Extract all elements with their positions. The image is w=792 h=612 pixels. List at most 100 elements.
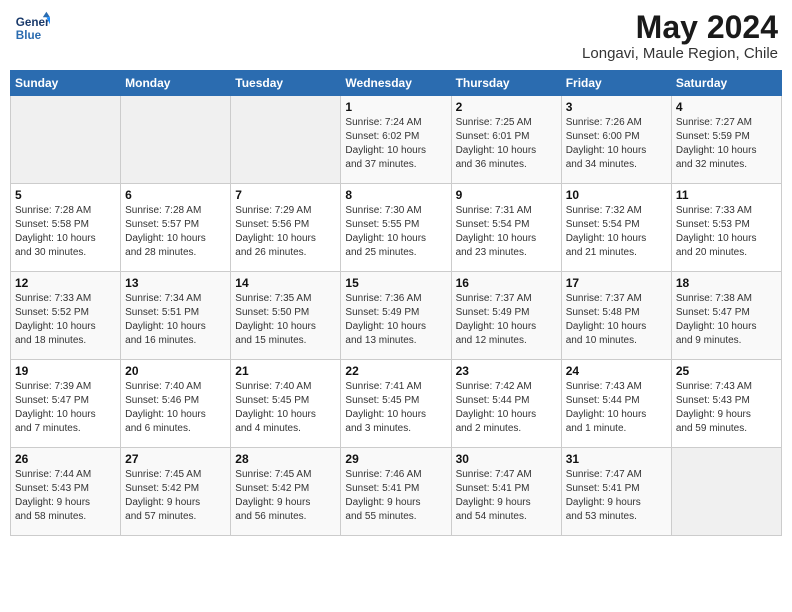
svg-text:Blue: Blue <box>16 29 42 42</box>
day-number: 11 <box>676 188 777 202</box>
day-info: Sunrise: 7:40 AM Sunset: 5:46 PM Dayligh… <box>125 380 226 436</box>
day-cell: 31 Sunrise: 7:47 AM Sunset: 5:41 PM Dayli… <box>561 448 671 536</box>
day-number: 5 <box>15 188 116 202</box>
day-cell: 24 Sunrise: 7:43 AM Sunset: 5:44 PM Dayli… <box>561 360 671 448</box>
column-header-wednesday: Wednesday <box>341 71 451 96</box>
day-number: 28 <box>235 452 336 466</box>
day-info: Sunrise: 7:25 AM Sunset: 6:01 PM Dayligh… <box>456 116 557 172</box>
day-cell: 30Sunrise: 7:47 AM Sunset: 5:41 PM Dayli… <box>451 448 561 536</box>
day-number: 6 <box>125 188 226 202</box>
day-cell: 9 Sunrise: 7:31 AM Sunset: 5:54 PM Daylig… <box>451 184 561 272</box>
day-cell <box>231 96 341 184</box>
day-number: 20 <box>125 364 226 378</box>
day-number: 24 <box>566 364 667 378</box>
week-row-4: 19 Sunrise: 7:39 AM Sunset: 5:47 PM Dayli… <box>11 360 782 448</box>
column-header-tuesday: Tuesday <box>231 71 341 96</box>
day-info: Sunrise: 7:41 AM Sunset: 5:45 PM Dayligh… <box>345 380 446 436</box>
day-info: Sunrise: 7:42 AM Sunset: 5:44 PM Dayligh… <box>456 380 557 436</box>
column-header-sunday: Sunday <box>11 71 121 96</box>
header: General Blue May 2024 Longavi, Maule Reg… <box>10 10 782 62</box>
day-info: Sunrise: 7:46 AM Sunset: 5:41 PM Dayligh… <box>345 468 446 524</box>
day-cell: 27Sunrise: 7:45 AM Sunset: 5:42 PM Dayli… <box>121 448 231 536</box>
day-info: Sunrise: 7:33 AM Sunset: 5:52 PM Dayligh… <box>15 292 116 348</box>
day-info: Sunrise: 7:47 AM Sunset: 5:41 PM Dayligh… <box>456 468 557 524</box>
day-info: Sunrise: 7:33 AM Sunset: 5:53 PM Dayligh… <box>676 204 777 260</box>
title-area: May 2024 Longavi, Maule Region, Chile <box>582 10 778 62</box>
week-row-5: 26Sunrise: 7:44 AM Sunset: 5:43 PM Dayli… <box>11 448 782 536</box>
day-cell: 26Sunrise: 7:44 AM Sunset: 5:43 PM Dayli… <box>11 448 121 536</box>
day-number: 3 <box>566 100 667 114</box>
day-cell: 2Sunrise: 7:25 AM Sunset: 6:01 PM Daylig… <box>451 96 561 184</box>
day-info: Sunrise: 7:28 AM Sunset: 5:58 PM Dayligh… <box>15 204 116 260</box>
day-cell: 4 Sunrise: 7:27 AM Sunset: 5:59 PM Daylig… <box>671 96 781 184</box>
day-number: 16 <box>456 276 557 290</box>
day-info: Sunrise: 7:38 AM Sunset: 5:47 PM Dayligh… <box>676 292 777 348</box>
day-cell: 10 Sunrise: 7:32 AM Sunset: 5:54 PM Dayli… <box>561 184 671 272</box>
logo-icon: General Blue <box>14 10 50 46</box>
day-number: 22 <box>345 364 446 378</box>
day-number: 14 <box>235 276 336 290</box>
day-cell: 12 Sunrise: 7:33 AM Sunset: 5:52 PM Dayli… <box>11 272 121 360</box>
day-info: Sunrise: 7:47 AM Sunset: 5:41 PM Dayligh… <box>566 468 667 524</box>
day-info: Sunrise: 7:36 AM Sunset: 5:49 PM Dayligh… <box>345 292 446 348</box>
day-cell: 3Sunrise: 7:26 AM Sunset: 6:00 PM Daylig… <box>561 96 671 184</box>
day-info: Sunrise: 7:43 AM Sunset: 5:43 PM Dayligh… <box>676 380 777 436</box>
day-info: Sunrise: 7:45 AM Sunset: 5:42 PM Dayligh… <box>125 468 226 524</box>
day-number: 23 <box>456 364 557 378</box>
day-cell: 23 Sunrise: 7:42 AM Sunset: 5:44 PM Dayli… <box>451 360 561 448</box>
day-cell: 1Sunrise: 7:24 AM Sunset: 6:02 PM Daylig… <box>341 96 451 184</box>
day-info: Sunrise: 7:43 AM Sunset: 5:44 PM Dayligh… <box>566 380 667 436</box>
week-row-2: 5 Sunrise: 7:28 AM Sunset: 5:58 PM Daylig… <box>11 184 782 272</box>
day-cell <box>11 96 121 184</box>
day-info: Sunrise: 7:28 AM Sunset: 5:57 PM Dayligh… <box>125 204 226 260</box>
day-number: 31 <box>566 452 667 466</box>
day-cell: 18 Sunrise: 7:38 AM Sunset: 5:47 PM Dayli… <box>671 272 781 360</box>
day-number: 17 <box>566 276 667 290</box>
day-info: Sunrise: 7:29 AM Sunset: 5:56 PM Dayligh… <box>235 204 336 260</box>
column-header-thursday: Thursday <box>451 71 561 96</box>
day-cell <box>671 448 781 536</box>
day-info: Sunrise: 7:40 AM Sunset: 5:45 PM Dayligh… <box>235 380 336 436</box>
day-cell: 22 Sunrise: 7:41 AM Sunset: 5:45 PM Dayli… <box>341 360 451 448</box>
day-cell: 29 Sunrise: 7:46 AM Sunset: 5:41 PM Dayli… <box>341 448 451 536</box>
day-info: Sunrise: 7:32 AM Sunset: 5:54 PM Dayligh… <box>566 204 667 260</box>
day-cell: 6 Sunrise: 7:28 AM Sunset: 5:57 PM Daylig… <box>121 184 231 272</box>
day-info: Sunrise: 7:37 AM Sunset: 5:48 PM Dayligh… <box>566 292 667 348</box>
day-number: 21 <box>235 364 336 378</box>
day-info: Sunrise: 7:27 AM Sunset: 5:59 PM Dayligh… <box>676 116 777 172</box>
week-row-3: 12 Sunrise: 7:33 AM Sunset: 5:52 PM Dayli… <box>11 272 782 360</box>
day-number: 19 <box>15 364 116 378</box>
day-info: Sunrise: 7:39 AM Sunset: 5:47 PM Dayligh… <box>15 380 116 436</box>
day-number: 12 <box>15 276 116 290</box>
column-header-monday: Monday <box>121 71 231 96</box>
day-number: 13 <box>125 276 226 290</box>
day-cell: 5 Sunrise: 7:28 AM Sunset: 5:58 PM Daylig… <box>11 184 121 272</box>
column-header-saturday: Saturday <box>671 71 781 96</box>
day-number: 7 <box>235 188 336 202</box>
day-number: 10 <box>566 188 667 202</box>
day-number: 4 <box>676 100 777 114</box>
day-info: Sunrise: 7:37 AM Sunset: 5:49 PM Dayligh… <box>456 292 557 348</box>
day-cell: 17 Sunrise: 7:37 AM Sunset: 5:48 PM Dayli… <box>561 272 671 360</box>
day-cell: 7 Sunrise: 7:29 AM Sunset: 5:56 PM Daylig… <box>231 184 341 272</box>
day-cell <box>121 96 231 184</box>
day-info: Sunrise: 7:30 AM Sunset: 5:55 PM Dayligh… <box>345 204 446 260</box>
day-number: 26 <box>15 452 116 466</box>
day-info: Sunrise: 7:45 AM Sunset: 5:42 PM Dayligh… <box>235 468 336 524</box>
day-number: 29 <box>345 452 446 466</box>
svg-text:General: General <box>16 16 50 29</box>
day-cell: 15 Sunrise: 7:36 AM Sunset: 5:49 PM Dayli… <box>341 272 451 360</box>
day-number: 9 <box>456 188 557 202</box>
day-cell: 13Sunrise: 7:34 AM Sunset: 5:51 PM Dayli… <box>121 272 231 360</box>
week-row-1: 1Sunrise: 7:24 AM Sunset: 6:02 PM Daylig… <box>11 96 782 184</box>
day-number: 18 <box>676 276 777 290</box>
day-cell: 25 Sunrise: 7:43 AM Sunset: 5:43 PM Dayli… <box>671 360 781 448</box>
header-row: SundayMondayTuesdayWednesdayThursdayFrid… <box>11 71 782 96</box>
day-cell: 16 Sunrise: 7:37 AM Sunset: 5:49 PM Dayli… <box>451 272 561 360</box>
day-number: 15 <box>345 276 446 290</box>
day-info: Sunrise: 7:31 AM Sunset: 5:54 PM Dayligh… <box>456 204 557 260</box>
day-number: 25 <box>676 364 777 378</box>
day-cell: 28 Sunrise: 7:45 AM Sunset: 5:42 PM Dayli… <box>231 448 341 536</box>
day-cell: 19 Sunrise: 7:39 AM Sunset: 5:47 PM Dayli… <box>11 360 121 448</box>
day-number: 8 <box>345 188 446 202</box>
